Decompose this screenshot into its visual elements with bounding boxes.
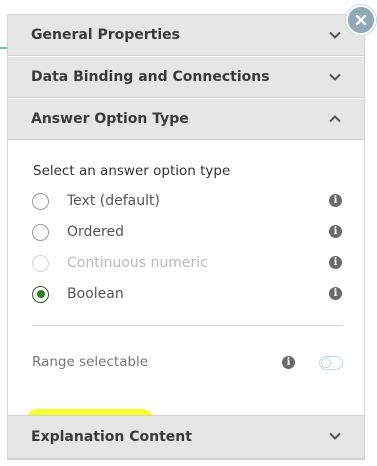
range-selectable-toggle[interactable] — [319, 356, 343, 370]
divider — [32, 325, 343, 326]
chevron-down-icon — [329, 432, 341, 440]
option-label: Boolean — [67, 286, 124, 302]
option-label: Ordered — [67, 224, 124, 240]
radio-button — [32, 254, 49, 272]
option-text-default[interactable]: Text (default) i — [32, 187, 342, 215]
option-ordered[interactable]: Ordered i — [32, 218, 342, 246]
info-icon[interactable]: i — [329, 225, 342, 238]
range-selectable-row: Range selectable i — [32, 353, 343, 373]
section-general-properties[interactable]: General Properties — [8, 15, 364, 56]
section-data-binding[interactable]: Data Binding and Connections — [8, 57, 364, 98]
section-title: Answer Option Type — [31, 111, 189, 127]
info-icon[interactable]: i — [329, 256, 342, 269]
chevron-down-icon — [329, 73, 341, 81]
radio-button[interactable] — [32, 223, 49, 241]
option-continuous-numeric: Continuous numeric i — [32, 249, 342, 277]
radio-button[interactable] — [32, 192, 49, 210]
answer-type-prompt: Select an answer option type — [33, 163, 231, 179]
close-button[interactable] — [346, 5, 376, 35]
close-icon — [355, 14, 367, 26]
info-icon[interactable]: i — [329, 287, 342, 300]
properties-panel: General Properties Data Binding and Conn… — [7, 14, 365, 460]
section-title: General Properties — [31, 27, 180, 43]
section-answer-option-type[interactable]: Answer Option Type — [8, 99, 364, 140]
option-boolean[interactable]: Boolean i — [32, 280, 342, 308]
range-selectable-label: Range selectable — [32, 354, 149, 370]
chevron-up-icon — [329, 115, 341, 123]
option-label: Text (default) — [67, 193, 160, 209]
section-title: Explanation Content — [31, 429, 192, 445]
radio-button-selected[interactable] — [32, 285, 49, 303]
option-label: Continuous numeric — [67, 255, 208, 271]
info-icon[interactable]: i — [282, 356, 295, 369]
section-title: Data Binding and Connections — [31, 69, 270, 85]
info-icon[interactable]: i — [329, 194, 342, 207]
section-explanation-content[interactable]: Explanation Content — [8, 415, 364, 459]
chevron-down-icon — [329, 31, 341, 39]
